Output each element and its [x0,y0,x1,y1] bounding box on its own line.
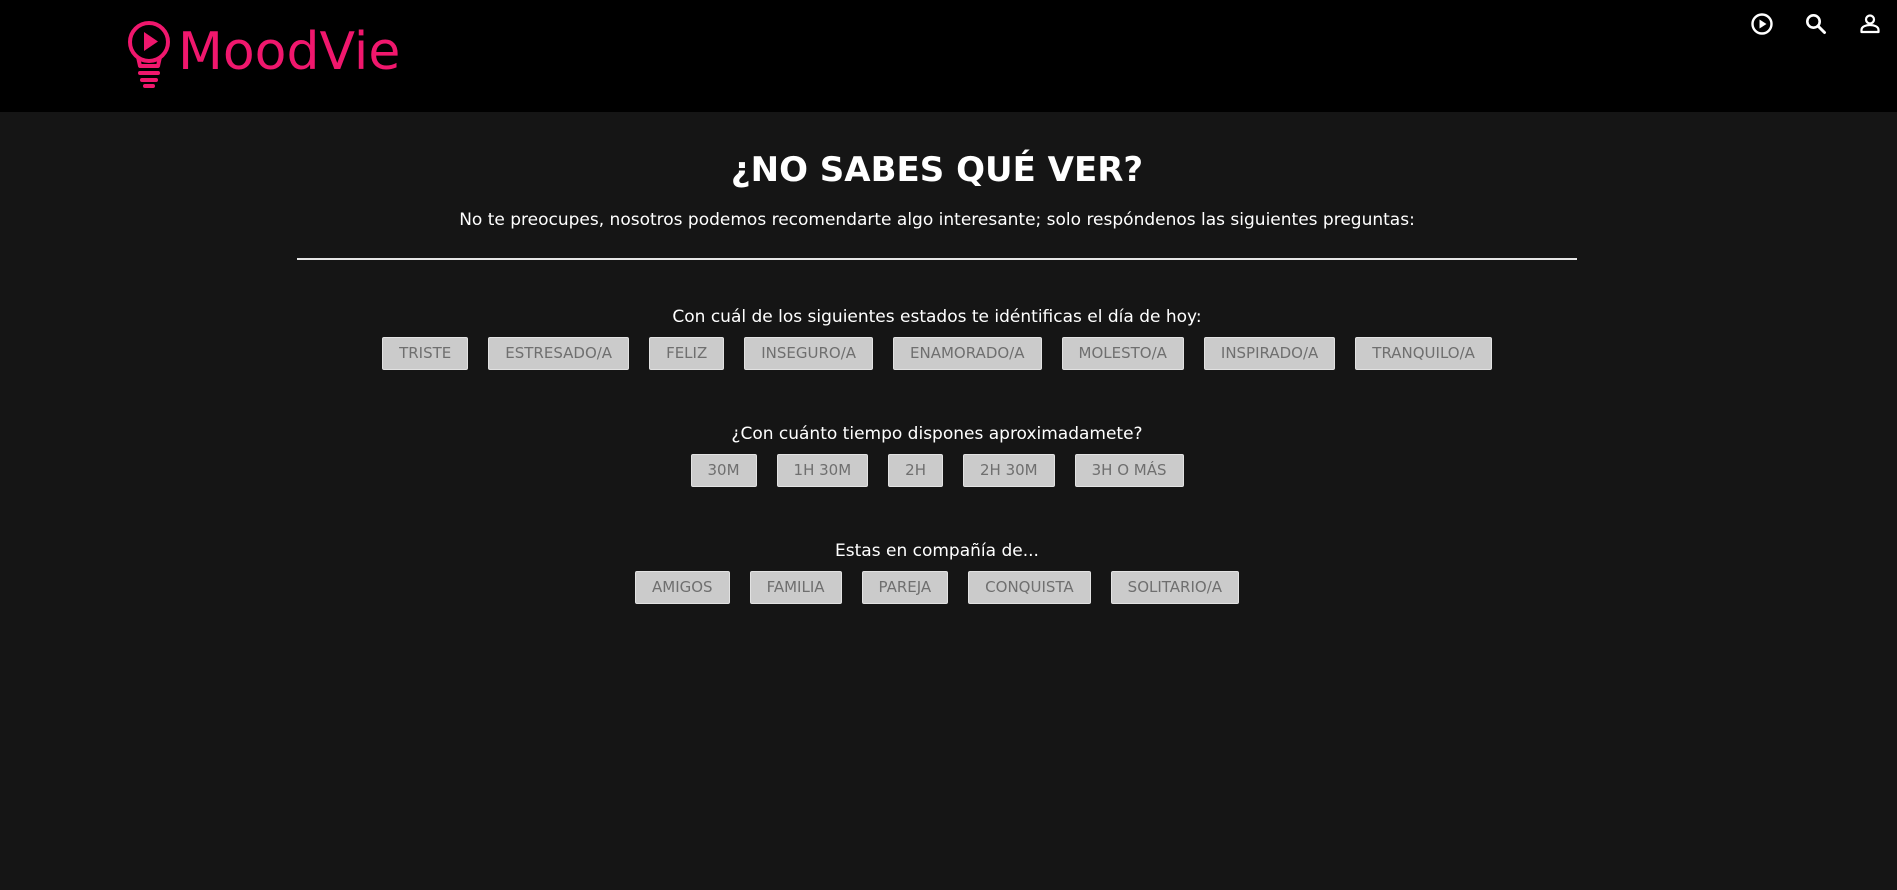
main-content: ¿NO SABES QUÉ VER? No te preocupes, noso… [0,112,1897,890]
account-icon[interactable] [1857,11,1883,37]
page-subtitle: No te preocupes, nosotros podemos recome… [459,210,1415,230]
mood-option-feliz[interactable]: FELIZ [649,337,725,370]
mood-options: TRISTE ESTRESADO/A FELIZ INSEGURO/A ENAM… [0,337,1874,370]
company-options: AMIGOS FAMILIA PAREJA CONQUISTA SOLITARI… [0,571,1874,604]
page-title: ¿NO SABES QUÉ VER? [730,150,1144,190]
company-option-conquista[interactable]: CONQUISTA [968,571,1091,604]
mood-option-tranquilo[interactable]: TRANQUILO/A [1355,337,1492,370]
time-option-2h30m[interactable]: 2H 30M [962,454,1055,487]
time-question-label: ¿Con cuánto tiempo dispones aproximadame… [731,424,1143,444]
mood-option-molesto[interactable]: MOLESTO/A [1061,337,1184,370]
moodvie-logo[interactable]: MoodVie [125,20,400,90]
company-question-label: Estas en compañía de... [835,541,1039,561]
time-option-3h-plus[interactable]: 3H O MÁS [1074,454,1184,487]
play-circle-icon[interactable] [1749,11,1775,37]
time-options: 30M 1H 30M 2H 2H 30M 3H O MÁS [0,454,1874,487]
time-option-30m[interactable]: 30M [690,454,757,487]
mood-option-triste[interactable]: TRISTE [382,337,469,370]
lightbulb-play-icon [128,21,170,88]
time-option-1h30m[interactable]: 1H 30M [776,454,869,487]
mood-question-label: Con cuál de los siguientes estados te id… [672,307,1202,327]
mood-option-inspirado[interactable]: INSPIRADO/A [1203,337,1336,370]
app-name: MoodVie [178,22,401,82]
company-option-familia[interactable]: FAMILIA [749,571,842,604]
search-icon[interactable] [1803,11,1829,37]
section-divider [297,258,1577,260]
top-navbar: MoodVie [0,0,1897,112]
mood-option-inseguro[interactable]: INSEGURO/A [744,337,874,370]
mood-option-estresado[interactable]: ESTRESADO/A [488,337,630,370]
mood-option-enamorado[interactable]: ENAMORADO/A [893,337,1042,370]
company-option-amigos[interactable]: AMIGOS [634,571,730,604]
company-option-pareja[interactable]: PAREJA [861,571,949,604]
time-option-2h[interactable]: 2H [888,454,943,487]
company-option-solitario[interactable]: SOLITARIO/A [1110,571,1240,604]
